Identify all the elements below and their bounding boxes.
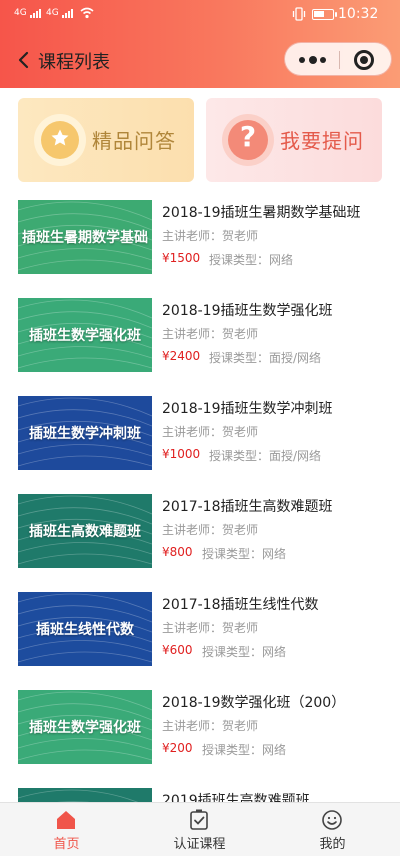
course-type: 授课类型：面授/网络 [209, 351, 322, 365]
signal-strength-1: 4G [14, 8, 42, 18]
ask-question-label: 我要提问 [280, 129, 364, 153]
course-price: ¥2400 [162, 349, 201, 363]
tab-home[interactable]: 首页 [0, 803, 133, 856]
featured-qa-label: 精品问答 [92, 129, 176, 153]
tab-mine[interactable]: 我的 [266, 803, 399, 856]
star-icon [51, 129, 69, 146]
course-item[interactable]: 插班生数学冲刺班 2018-19插班生数学冲刺班 主讲老师：贺老师 ¥1000 授课类型… [0, 396, 400, 484]
signal-1-label: 4G [14, 8, 27, 18]
course-item[interactable]: 插班生线性代数 2017-18插班生线性代数 主讲老师：贺老师 ¥600 授课类型：网络 [0, 592, 400, 680]
vibrate-icon [292, 7, 306, 21]
course-type: 授课类型：面授/网络 [209, 449, 322, 463]
course-type: 授课类型：网络 [202, 743, 287, 757]
course-title: 2017-18插班生线性代数 [162, 597, 319, 613]
course-thumbnail: 插班生高数难题班 [18, 494, 152, 568]
tab-certified-courses[interactable]: 认证课程 [133, 803, 266, 856]
app-screen: 4G 4G 10:32 课程列表 精品问答 ? 我要提问 插班生暑期数学基础 2… [0, 0, 400, 856]
course-price: ¥600 [162, 643, 193, 657]
course-item[interactable]: 插班生数学强化班 2018-19数学强化班（200） 主讲老师：贺老师 ¥200 授课类… [0, 690, 400, 778]
status-bar: 4G 4G 10:32 [0, 0, 400, 30]
tab-certified-courses-label: 认证课程 [173, 837, 226, 852]
course-item[interactable]: 插班生暑期数学基础 2018-19插班生暑期数学基础班 主讲老师：贺老师 ¥1500 授… [0, 200, 400, 288]
chevron-left-icon[interactable] [14, 50, 34, 70]
course-thumbnail-text: 插班生数学冲刺班 [29, 426, 141, 442]
course-thumbnail: 插班生暑期数学基础 [18, 200, 152, 274]
target-circle-icon[interactable] [354, 50, 374, 70]
tab-home-label: 首页 [53, 837, 80, 852]
course-teacher: 主讲老师：贺老师 [162, 523, 259, 537]
course-thumbnail-text: 插班生高数难题班 [29, 524, 141, 540]
ask-question-card[interactable]: ? 我要提问 [206, 98, 382, 182]
course-price: ¥1000 [162, 447, 201, 461]
course-type: 授课类型：网络 [209, 253, 294, 267]
question-bubble-icon: ? [222, 114, 274, 166]
smiley-face-icon [322, 810, 342, 830]
star-badge-icon [34, 114, 86, 166]
course-teacher: 主讲老师：贺老师 [162, 327, 259, 341]
page-title: 课程列表 [38, 52, 110, 73]
course-price: ¥200 [162, 741, 193, 755]
course-thumbnail: 插班生数学强化班 [18, 298, 152, 372]
course-title: 2017-18插班生高数难题班 [162, 499, 333, 515]
capsule-divider [339, 51, 340, 69]
clock: 10:32 [338, 6, 379, 22]
signal-bars-icon [61, 8, 74, 18]
course-teacher: 主讲老师：贺老师 [162, 425, 259, 439]
course-type: 授课类型：网络 [202, 547, 287, 561]
course-thumbnail: 插班生数学强化班 [18, 690, 152, 764]
battery-icon [312, 9, 337, 20]
course-thumbnail-text: 插班生数学强化班 [29, 328, 141, 344]
mini-program-capsule [284, 42, 392, 76]
course-teacher: 主讲老师：贺老师 [162, 621, 259, 635]
navbar: 课程列表 [0, 38, 400, 82]
tab-mine-label: 我的 [319, 837, 346, 852]
course-price: ¥800 [162, 545, 193, 559]
course-type: 授课类型：网络 [202, 645, 287, 659]
tab-bar: 首页 认证课程 我的 [0, 802, 400, 856]
wifi-icon [80, 7, 94, 19]
course-thumbnail-text: 插班生线性代数 [36, 622, 134, 638]
home-icon [57, 811, 75, 829]
course-thumbnail-text: 插班生数学强化班 [29, 720, 141, 736]
question-mark-glyph: ? [239, 120, 257, 153]
course-thumbnail-text: 插班生暑期数学基础 [22, 230, 148, 246]
checklist-icon [190, 809, 208, 830]
course-teacher: 主讲老师：贺老师 [162, 719, 259, 733]
course-thumbnail: 插班生线性代数 [18, 592, 152, 666]
course-title: 2018-19插班生数学冲刺班 [162, 401, 333, 417]
signal-2-label: 4G [46, 8, 59, 18]
signal-bars-icon [29, 8, 42, 18]
course-price: ¥1500 [162, 251, 201, 265]
course-thumbnail: 插班生数学冲刺班 [18, 396, 152, 470]
signal-strength-2: 4G [46, 8, 74, 18]
course-title: 2018-19数学强化班（200） [162, 695, 346, 711]
header: 4G 4G 10:32 课程列表 [0, 0, 400, 88]
featured-qa-card[interactable]: 精品问答 [18, 98, 194, 182]
course-title: 2018-19插班生暑期数学基础班 [162, 205, 361, 221]
course-teacher: 主讲老师：贺老师 [162, 229, 259, 243]
course-item[interactable]: 插班生高数难题班 2017-18插班生高数难题班 主讲老师：贺老师 ¥800 授课类型：… [0, 494, 400, 582]
course-title: 2018-19插班生数学强化班 [162, 303, 333, 319]
course-item[interactable]: 插班生数学强化班 2018-19插班生数学强化班 主讲老师：贺老师 ¥2400 授课类型… [0, 298, 400, 386]
more-dots-icon[interactable] [299, 56, 327, 64]
